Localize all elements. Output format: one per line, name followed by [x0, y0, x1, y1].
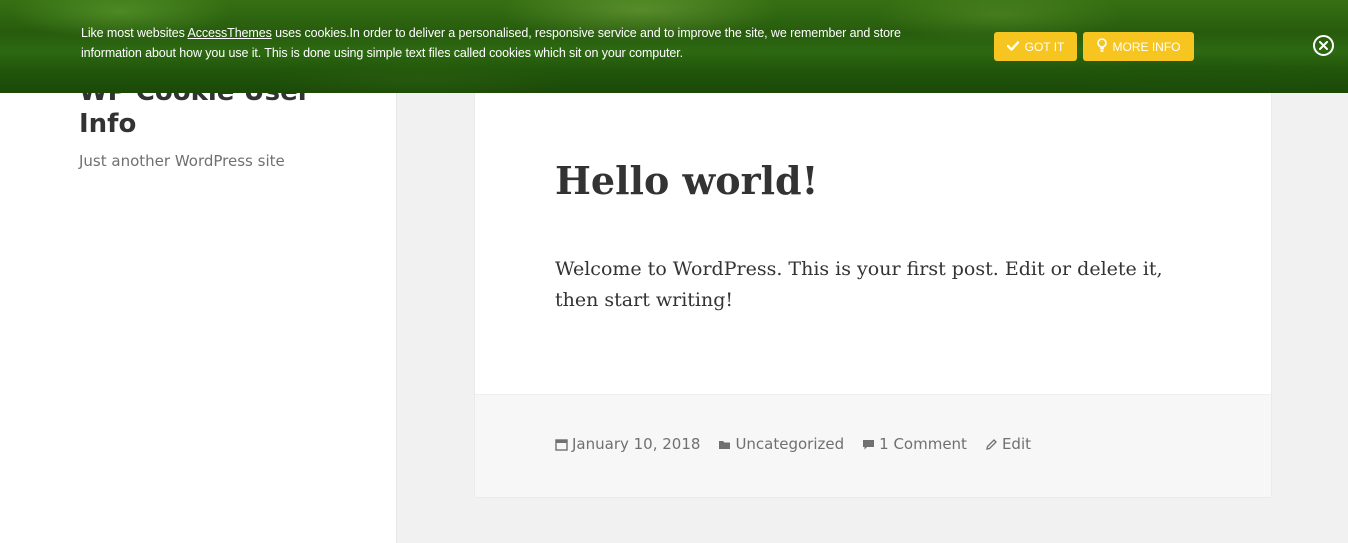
cookie-banner: Like most websites AccessThemes uses coo…: [0, 0, 1348, 93]
post-footer: January 10, 2018 Uncategorized 1 Comment: [475, 394, 1271, 497]
got-it-button[interactable]: GOT IT: [994, 32, 1077, 61]
got-it-label: GOT IT: [1024, 39, 1065, 54]
post-category: Uncategorized: [718, 435, 844, 453]
more-info-button[interactable]: MORE INFO: [1083, 32, 1194, 61]
post-title[interactable]: Hello world!: [555, 155, 818, 207]
calendar-icon: [555, 438, 568, 451]
lightbulb-icon: [1096, 37, 1107, 56]
cookie-message: Like most websites AccessThemes uses coo…: [81, 23, 911, 63]
comment-icon: [862, 438, 875, 451]
post-meta: January 10, 2018 Uncategorized 1 Comment: [555, 435, 1049, 453]
post-date: January 10, 2018: [555, 435, 700, 453]
close-icon[interactable]: [1313, 35, 1334, 56]
post-date-link[interactable]: January 10, 2018: [572, 435, 700, 453]
folder-icon: [718, 438, 731, 451]
cookie-accessthemes-link[interactable]: AccessThemes: [187, 26, 271, 40]
post-edit: Edit: [985, 435, 1031, 453]
cookie-text-before: Like most websites: [81, 26, 188, 40]
pencil-icon: [985, 438, 998, 451]
site-tagline: Just another WordPress site: [79, 152, 285, 170]
post-category-link[interactable]: Uncategorized: [735, 435, 844, 453]
post-card: Hello world! Welcome to WordPress. This …: [475, 60, 1271, 497]
checkmark-icon: [1006, 40, 1019, 54]
post-edit-link[interactable]: Edit: [1002, 435, 1031, 453]
post-comments: 1 Comment: [862, 435, 967, 453]
more-info-label: MORE INFO: [1112, 39, 1181, 54]
post-content: Welcome to WordPress. This is your first…: [555, 258, 1163, 311]
post-comments-link[interactable]: 1 Comment: [879, 435, 967, 453]
